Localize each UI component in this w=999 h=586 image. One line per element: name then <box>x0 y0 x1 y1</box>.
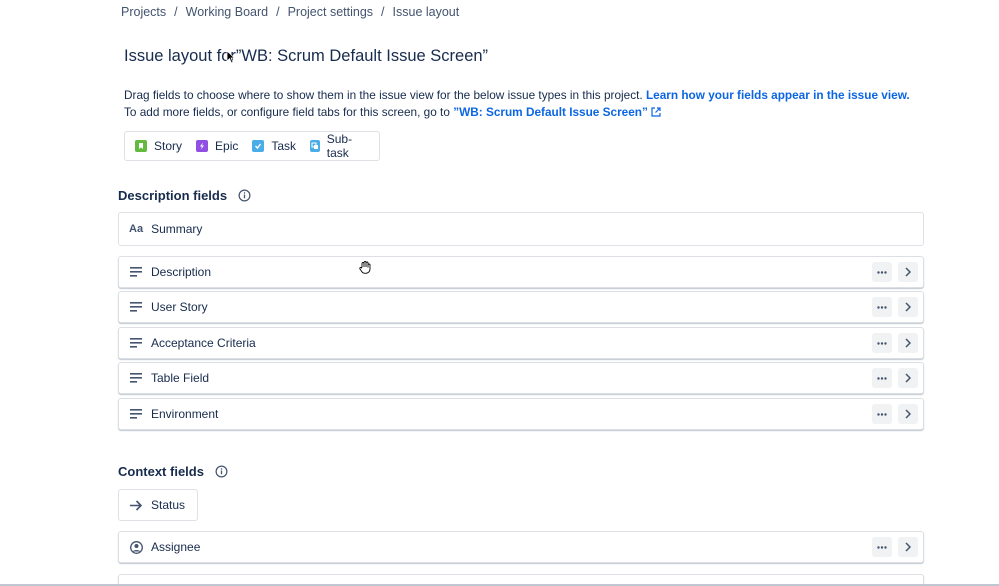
external-link-icon <box>651 106 661 117</box>
summary-field: Aa Summary <box>118 212 924 246</box>
expand-button[interactable] <box>898 333 918 353</box>
more-actions-button[interactable] <box>872 404 892 424</box>
expand-button[interactable] <box>898 404 918 424</box>
description-text: Drag fields to choose where to show them… <box>124 88 643 102</box>
issue-type-subtask[interactable]: Sub-task <box>310 132 365 160</box>
field-row-table-field[interactable]: Table Field <box>118 362 924 394</box>
paragraph-icon <box>129 371 143 385</box>
field-label: Environment <box>151 407 219 421</box>
chevron-right-icon <box>905 542 911 552</box>
field-label: Assignee <box>151 540 201 554</box>
page-description: Drag fields to choose where to show them… <box>124 87 924 120</box>
context-fields-title: Context fields <box>118 464 204 479</box>
arrow-right-icon <box>129 498 143 512</box>
paragraph-icon <box>129 300 143 314</box>
issue-type-label: Story <box>154 139 183 153</box>
field-label: Status <box>151 498 186 512</box>
chevron-right-icon <box>905 338 911 348</box>
more-icon <box>877 305 887 309</box>
field-row-environment[interactable]: Environment <box>118 398 924 430</box>
page-title: Issue layout for”WB: Scrum Default Issue… <box>124 47 489 65</box>
status-field: Status <box>118 489 198 521</box>
learn-more-link[interactable]: Learn how your fields appear in the issu… <box>646 88 910 102</box>
chevron-right-icon <box>905 373 911 383</box>
more-icon <box>877 341 887 345</box>
context-fields-heading: Context fields <box>118 464 228 479</box>
field-label: Description <box>151 265 212 279</box>
expand-button[interactable] <box>898 368 918 388</box>
issue-type-task[interactable]: Task <box>252 139 296 153</box>
field-label: Table Field <box>151 371 210 385</box>
issue-type-label: Task <box>271 139 297 153</box>
breadcrumb-issue-layout[interactable]: Issue layout <box>393 5 460 19</box>
field-label: Summary <box>151 222 203 236</box>
chevron-right-icon <box>905 267 911 277</box>
expand-button[interactable] <box>898 262 918 282</box>
info-icon[interactable] <box>215 465 228 478</box>
config-text: To add more fields, or configure field t… <box>124 104 450 119</box>
info-icon[interactable] <box>238 189 251 202</box>
breadcrumb-working-board[interactable]: Working Board <box>186 5 268 19</box>
field-row-acceptance-criteria[interactable]: Acceptance Criteria <box>118 327 924 359</box>
field-row-assignee[interactable]: Assignee <box>118 531 924 563</box>
paragraph-icon <box>129 336 143 350</box>
epic-icon <box>196 140 209 152</box>
more-actions-button[interactable] <box>872 368 892 388</box>
issue-type-epic[interactable]: Epic <box>196 139 238 153</box>
task-icon <box>252 140 265 152</box>
breadcrumb-separator: / <box>381 5 385 19</box>
breadcrumb-projects[interactable]: Projects <box>121 5 166 19</box>
mouse-pointer-icon <box>226 50 236 64</box>
issue-type-label: Epic <box>215 139 239 153</box>
breadcrumb-separator: / <box>276 5 280 19</box>
more-icon <box>877 270 887 274</box>
chevron-right-icon <box>905 302 911 312</box>
text-field-icon: Aa <box>129 223 144 235</box>
more-actions-button[interactable] <box>872 297 892 317</box>
subtask-icon <box>310 140 320 152</box>
field-row-user-story[interactable]: User Story <box>118 291 924 323</box>
field-row-description[interactable]: Description <box>118 256 924 288</box>
screen-config-link[interactable]: ”WB: Scrum Default Issue Screen” <box>453 105 661 119</box>
breadcrumb: Projects / Working Board / Project setti… <box>121 5 459 19</box>
expand-button[interactable] <box>898 297 918 317</box>
description-fields-heading: Description fields <box>118 188 251 203</box>
story-icon <box>135 140 147 152</box>
expand-button[interactable] <box>898 537 918 557</box>
paragraph-icon <box>129 265 143 279</box>
more-actions-button[interactable] <box>872 333 892 353</box>
issue-type-label: Sub-task <box>326 132 353 160</box>
grab-hand-icon <box>359 261 371 274</box>
more-icon <box>877 545 887 549</box>
field-label: Acceptance Criteria <box>151 336 256 350</box>
description-fields-title: Description fields <box>118 188 228 203</box>
field-label: User Story <box>151 300 208 314</box>
screen-config-link-label: ”WB: Scrum Default Issue Screen” <box>453 104 648 119</box>
more-icon <box>877 376 887 380</box>
breadcrumb-project-settings[interactable]: Project settings <box>288 5 373 19</box>
more-actions-button[interactable] <box>872 537 892 557</box>
issue-types-list: Story Epic Task Sub-task <box>124 131 380 161</box>
breadcrumb-separator: / <box>174 5 178 19</box>
user-avatar-icon <box>129 540 143 554</box>
more-icon <box>877 412 887 416</box>
issue-type-story[interactable]: Story <box>135 139 182 153</box>
more-actions-button[interactable] <box>872 262 892 282</box>
paragraph-icon <box>129 407 143 421</box>
chevron-right-icon <box>905 409 911 419</box>
